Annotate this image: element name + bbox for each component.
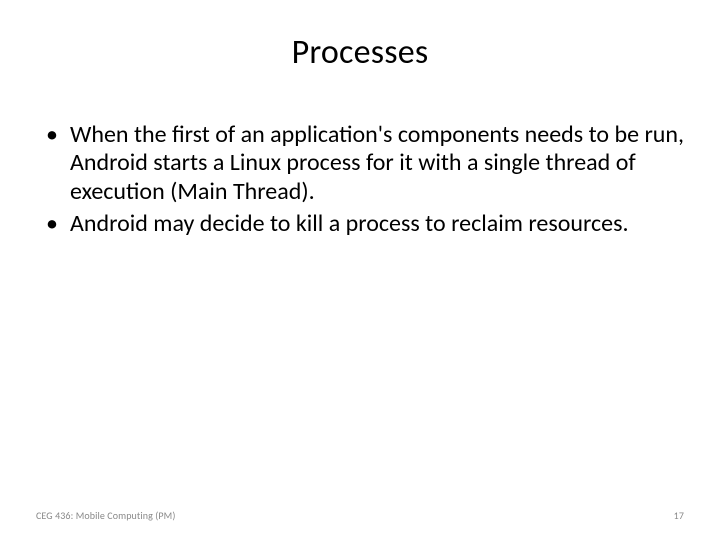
list-item: When the first of an application's compo…	[42, 121, 684, 206]
page-number: 17	[674, 509, 684, 522]
list-item: Android may decide to kill a process to …	[42, 210, 684, 238]
bullet-list: When the first of an application's compo…	[36, 121, 684, 238]
slide-container: Processes When the first of an applicati…	[0, 0, 720, 540]
slide-title: Processes	[36, 32, 684, 73]
footer-left-text: CEG 436: Mobile Computing (PM)	[36, 509, 175, 522]
slide-footer: CEG 436: Mobile Computing (PM) 17	[36, 509, 684, 522]
